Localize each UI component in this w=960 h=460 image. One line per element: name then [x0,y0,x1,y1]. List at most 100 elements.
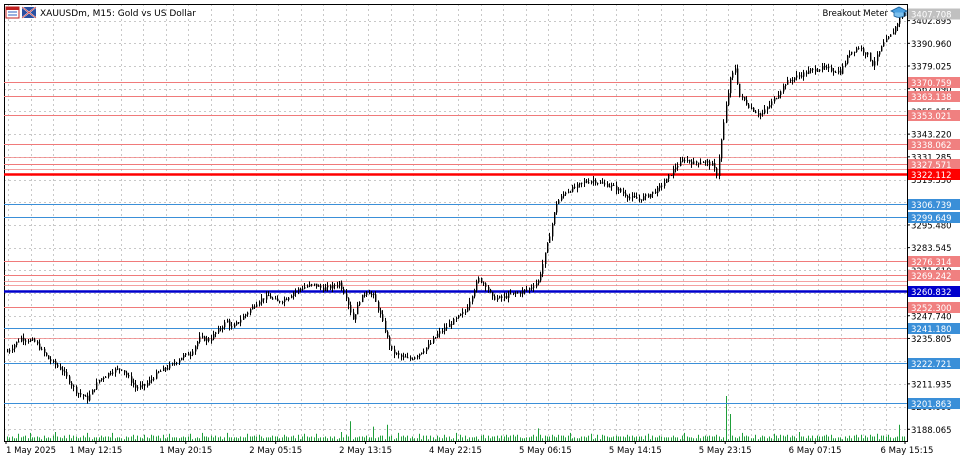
candle-body [684,160,686,162]
candle-body [783,85,785,92]
time-tick-label: 5 May 23:15 [699,446,752,456]
candle-body [190,354,192,356]
candle-body [293,292,295,296]
candle-body [478,278,480,283]
chart-window-icon[interactable] [5,6,20,19]
support-level-value: 3306.739 [911,201,952,211]
candle-body [847,55,849,64]
candle-body [256,304,258,307]
candle-body [309,284,311,287]
candle-body [110,373,112,375]
candle-body [279,301,281,303]
support-level-value: 3241.180 [911,325,952,335]
candle-body [645,194,647,197]
candle-body [78,393,80,395]
candle-body [600,182,602,184]
candle-body [641,199,643,201]
candle-body [396,353,398,355]
candle-body [517,292,519,294]
candle-body [497,297,499,300]
candle-body [270,295,272,299]
candle-body [23,337,25,341]
candle-body [158,371,160,373]
candle-body [485,283,487,287]
candle-body [85,395,87,397]
candle-body [332,285,334,289]
candle-body [867,52,869,55]
candle-body [350,304,352,313]
candle-body [101,378,103,380]
candle-body [456,317,458,319]
candle-body [153,378,155,380]
candle-body [417,356,419,358]
chart-window[interactable]: 3402.8953390.9603379.0253367.0903355.155… [0,0,960,456]
candle-body [327,285,329,288]
chart-symbol-title: XAUUSDm, M15: Gold vs US Dollar [40,9,196,19]
candle-body [526,289,528,291]
candle-body [385,320,387,332]
candle-body [748,104,750,109]
candle-body [675,167,677,170]
candle-body [359,302,361,305]
candle-body [174,363,176,365]
candle-body [817,70,819,72]
candle-body [371,294,373,296]
candle-body [69,376,71,383]
candle-body [300,288,302,290]
candle-body [204,336,206,341]
candle-body [771,101,773,106]
candle-body [25,340,27,342]
candle-body [202,336,204,338]
candle-body [183,355,185,358]
symbol-flag-icon[interactable] [21,6,37,19]
candle-body [80,393,82,395]
candle-body [458,315,460,318]
candle-body [64,371,66,373]
candle-body [604,183,606,185]
candle-body [439,331,441,334]
candle-body [451,323,453,325]
candle-body [92,389,94,395]
candle-body [403,356,405,358]
candle-body [476,282,478,291]
candle-body [602,182,604,184]
candle-body [282,301,284,303]
time-tick-label: 2 May 13:15 [339,446,392,456]
candle-body [382,314,384,321]
candle-body [185,353,187,356]
candle-body [556,203,558,213]
candle-body [769,105,771,108]
candle-body [277,298,279,302]
candle-body [790,79,792,81]
candle-body [453,318,455,325]
candle-body [627,195,629,198]
candle-body [261,298,263,302]
key-support-value: 3260.832 [911,288,952,298]
candle-body [135,384,137,388]
price-chart[interactable]: 3402.8953390.9603379.0253367.0903355.155… [0,0,960,456]
candle-body [611,184,613,187]
candle-body [222,327,224,329]
candle-body [266,295,268,300]
candle-body [661,185,663,187]
candle-body [353,312,355,320]
price-tick-label: 3235.805 [911,335,952,345]
candle-body [460,314,462,316]
candle-body [824,65,826,68]
candle-body [767,107,769,110]
candle-body [655,191,657,194]
candle-body [71,382,73,386]
candle-body [18,341,20,343]
candle-body [218,328,220,333]
candle-body [117,368,119,370]
candle-body [298,288,300,291]
candle-body [14,345,16,349]
candle-body [739,83,741,97]
price-tick-label: 3211.935 [911,380,952,390]
candle-body [774,98,776,102]
candle-body [760,113,762,115]
candle-body [337,285,339,287]
candle-body [581,182,583,184]
candle-body [895,26,897,33]
candle-body [272,298,274,300]
